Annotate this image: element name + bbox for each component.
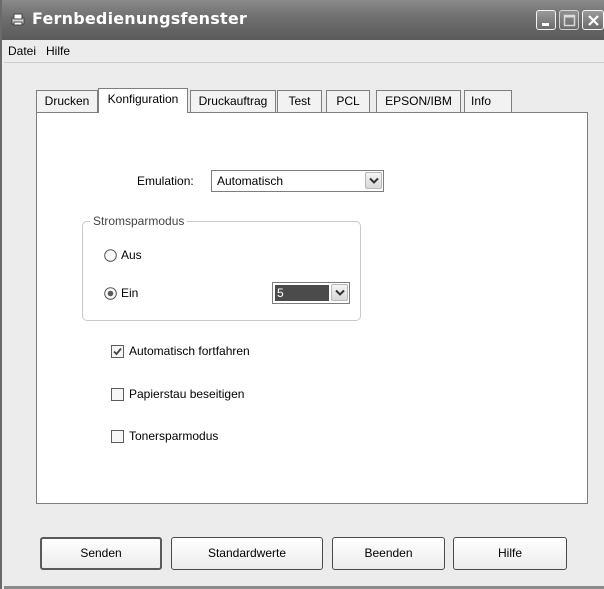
menu-datei[interactable]: Datei [8, 44, 36, 58]
close-icon [588, 15, 599, 26]
tab-pcl[interactable]: PCL [326, 90, 370, 112]
help-button[interactable]: Hilfe [453, 537, 567, 570]
menu-bar: Datei Hilfe [4, 40, 604, 63]
minimize-button[interactable] [536, 10, 556, 30]
tab-druckauftrag[interactable]: Druckauftrag [190, 90, 276, 112]
chevron-down-icon [369, 177, 379, 184]
tab-test[interactable]: Test [277, 90, 322, 112]
radio-ein[interactable] [104, 287, 117, 300]
send-button[interactable]: Senden [40, 537, 162, 570]
defaults-button[interactable]: Standardwerte [171, 537, 323, 570]
checkbox-automatisch-fortfahren-label[interactable]: Automatisch fortfahren [129, 344, 250, 358]
menu-hilfe[interactable]: Hilfe [46, 44, 70, 58]
emulation-dropdown-arrow[interactable] [365, 172, 382, 189]
checkbox-tonersparmodus-label[interactable]: Tonersparmodus [129, 429, 218, 443]
close-button[interactable] [582, 10, 604, 30]
radio-aus-label[interactable]: Aus [121, 248, 142, 262]
maximize-button[interactable] [559, 10, 579, 30]
main-window: Fernbedienungsfenster Datei Hilfe Drucke… [0, 0, 604, 589]
radio-ein-label[interactable]: Ein [121, 286, 138, 300]
window-title: Fernbedienungsfenster [32, 9, 247, 28]
tab-info[interactable]: Info [464, 90, 512, 112]
power-save-legend: Stromsparmodus [90, 214, 188, 228]
printer-icon [10, 11, 26, 27]
radio-aus[interactable] [104, 249, 117, 262]
tab-drucken[interactable]: Drucken [36, 90, 98, 112]
tab-konfiguration[interactable]: Konfiguration [98, 88, 188, 113]
checkbox-papierstau-beseitigen-label[interactable]: Papierstau beseitigen [129, 387, 244, 401]
exit-button[interactable]: Beenden [332, 537, 445, 570]
emulation-select[interactable]: Automatisch [211, 170, 384, 192]
checkmark-icon [113, 347, 122, 356]
maximize-icon [563, 14, 576, 27]
chevron-down-icon [335, 289, 345, 296]
power-save-group [82, 221, 361, 321]
emulation-label: Emulation: [137, 174, 194, 188]
checkbox-papierstau-beseitigen[interactable] [111, 388, 124, 401]
emulation-value: Automatisch [217, 174, 284, 188]
checkbox-tonersparmodus[interactable] [111, 430, 124, 443]
checkbox-automatisch-fortfahren[interactable] [111, 345, 124, 358]
power-save-minutes-value: 5 [277, 286, 284, 300]
title-bar[interactable]: Fernbedienungsfenster [2, 0, 604, 40]
minutes-dropdown-arrow[interactable] [331, 284, 348, 301]
tab-epson-ibm[interactable]: EPSON/IBM [376, 90, 461, 112]
minimize-icon [542, 23, 549, 26]
power-save-minutes-select[interactable]: 5 [272, 282, 350, 304]
